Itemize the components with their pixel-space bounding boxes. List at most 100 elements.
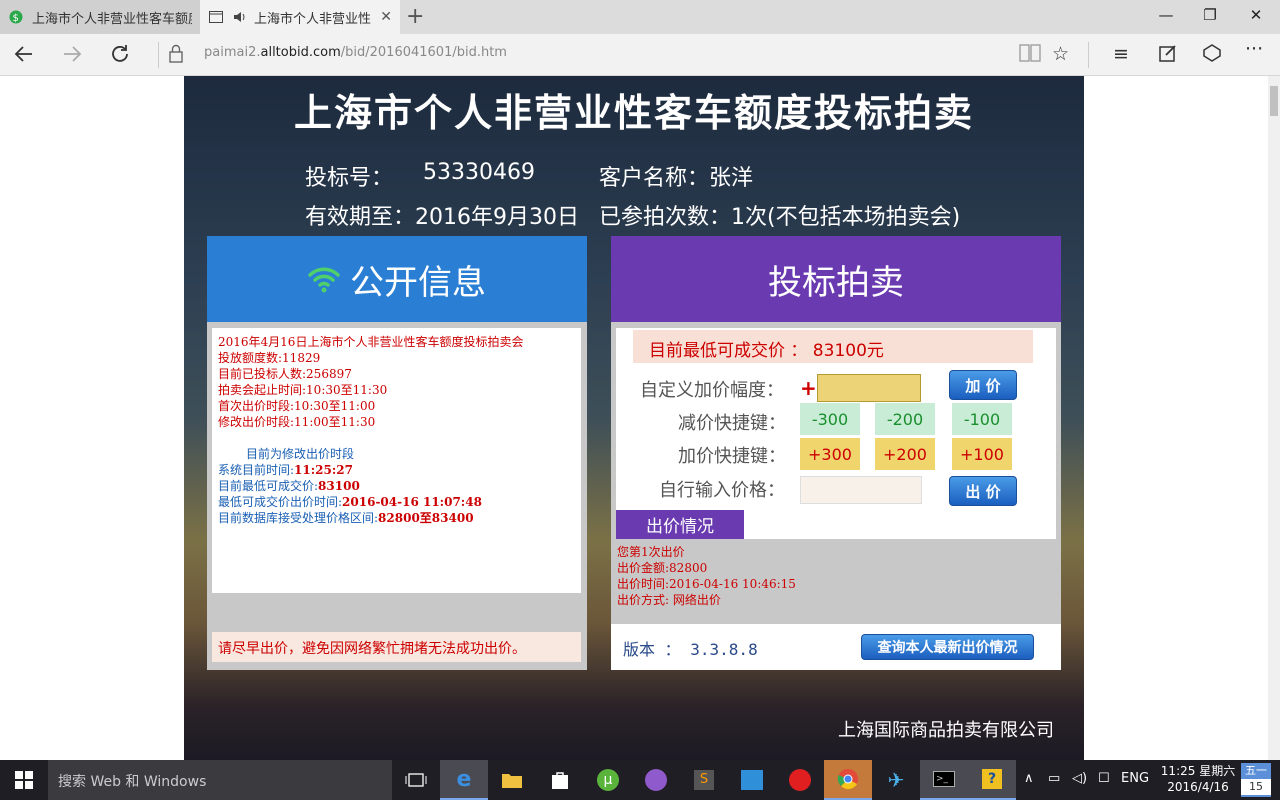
site-favicon-icon: $: [8, 9, 24, 25]
bird-app-icon[interactable]: ✈: [872, 760, 920, 800]
cat-app-icon[interactable]: [632, 760, 680, 800]
calendar-day: 15: [1241, 779, 1271, 795]
self-input-label: 自行输入价格：: [659, 480, 785, 501]
self-price-input[interactable]: [800, 476, 922, 504]
netease-music-icon[interactable]: [776, 760, 824, 800]
auction-title: 投标拍卖: [768, 262, 904, 303]
notification-icon[interactable]: ☐: [1098, 771, 1110, 786]
bid-number-label: 投标号：: [305, 166, 394, 191]
tab-title: 上海市个人非营业性: [254, 11, 372, 27]
url-field[interactable]: paimai2.alltobid.com/bid/2016041601/bid.…: [204, 45, 507, 60]
tab-title: 上海市个人非营业性客车额度: [32, 11, 192, 27]
status-line: 您第1次出价: [617, 545, 685, 559]
minimize-icon[interactable]: —: [1156, 6, 1176, 24]
restore-icon[interactable]: ❐: [1200, 6, 1220, 24]
info-line: 拍卖会起止时间:10:30至11:30: [218, 383, 388, 397]
decrease-300-button[interactable]: -300: [800, 403, 860, 435]
clock-date: 2016/4/16: [1167, 780, 1229, 794]
close-tab-icon[interactable]: ✕: [380, 9, 392, 25]
auction-main: 上海市个人非营业性客车额度投标拍卖 投标号： 53330469 客户名称：张洋 …: [184, 76, 1084, 760]
chevron-up-icon[interactable]: ∧: [1024, 771, 1034, 786]
min-price-time: 2016-04-16 11:07:48: [342, 495, 482, 509]
photos-icon[interactable]: [728, 760, 776, 800]
web-note-icon[interactable]: [1158, 43, 1178, 68]
share-icon[interactable]: [1201, 43, 1223, 68]
notice-text: 请尽早出价，避免因网络繁忙拥堵无法成功出价。: [212, 632, 581, 662]
customer-name: 客户名称：张洋: [599, 166, 754, 191]
info-line: 2016年4月16日上海市个人非营业性客车额度投标拍卖会: [218, 335, 524, 349]
status-line: 出价时间:2016-04-16 10:46:15: [617, 577, 796, 591]
info-line: 修改出价时段:11:00至11:30: [218, 415, 376, 429]
public-info-header: 公开信息: [207, 236, 587, 322]
public-info-content: 2016年4月16日上海市个人非营业性客车额度投标拍卖会 投放额度数:11829…: [212, 328, 581, 593]
info-line: 系统目前时间:11:25:27: [218, 463, 354, 477]
info-line: 最低可成交价出价时间:2016-04-16 11:07:48: [218, 495, 482, 509]
public-info-title: 公开信息: [350, 262, 486, 303]
back-icon[interactable]: [12, 42, 36, 72]
file-explorer-icon[interactable]: [488, 760, 536, 800]
task-view-icon[interactable]: [392, 760, 440, 800]
hub-icon[interactable]: ≡: [1113, 43, 1129, 65]
language-indicator[interactable]: ENG: [1121, 771, 1149, 786]
clock[interactable]: 11:25 星期六 2016/4/16: [1158, 763, 1238, 795]
participation-count: 已参拍次数：1次(不包括本场拍卖会): [599, 205, 961, 230]
valid-until: 有效期至：2016年9月30日: [305, 205, 579, 230]
network-icon[interactable]: ▭: [1048, 771, 1060, 786]
phase-text: 目前为修改出价时段: [246, 447, 355, 461]
decrease-shortcut-label: 减价快捷键：: [678, 413, 786, 434]
calendar-day-name: 五一: [1245, 764, 1267, 777]
system-time: 11:25:27: [294, 463, 354, 477]
refresh-icon[interactable]: [108, 42, 132, 72]
scrollbar[interactable]: [1268, 76, 1280, 760]
windows-logo-icon: [15, 771, 33, 789]
decrease-100-button[interactable]: -100: [952, 403, 1012, 435]
forward-icon[interactable]: [60, 42, 84, 72]
decrease-200-button[interactable]: -200: [875, 403, 935, 435]
version-text: 版本 ： 3.3.8.8: [623, 640, 758, 659]
edge-icon[interactable]: e: [440, 760, 488, 800]
store-icon[interactable]: [536, 760, 584, 800]
sublime-icon[interactable]: S: [680, 760, 728, 800]
status-line: 出价方式: 网络出价: [617, 593, 721, 607]
utorrent-icon[interactable]: µ: [584, 760, 632, 800]
help-app-icon[interactable]: ?: [968, 760, 1016, 800]
query-latest-bid-button[interactable]: 查询本人最新出价情况: [861, 634, 1034, 660]
min-price: 83100: [318, 479, 360, 493]
clock-time: 11:25 星期六: [1160, 764, 1236, 778]
public-info-panel: 2016年4月16日上海市个人非营业性客车额度投标拍卖会 投放额度数:11829…: [207, 322, 587, 670]
bid-status-tab: 出价情况: [616, 510, 744, 539]
price-range: 82800至83400: [378, 511, 474, 525]
taskbar: 搜索 Web 和 Windows e µ S ✈ >_ ? ∧ ▭ ◁) ☐ E…: [0, 760, 1280, 800]
speaker-icon[interactable]: [232, 9, 248, 25]
browser-tab-2-active[interactable]: 上海市个人非营业性 ✕: [200, 0, 400, 34]
calendar-tile[interactable]: 五一 15: [1241, 763, 1271, 797]
reading-view-icon[interactable]: [1019, 43, 1041, 68]
custom-increment-input[interactable]: [817, 374, 921, 402]
more-icon[interactable]: ···: [1245, 38, 1263, 60]
bid-button[interactable]: 出 价: [949, 476, 1017, 506]
new-tab-icon[interactable]: +: [406, 4, 424, 29]
chrome-icon[interactable]: [824, 760, 872, 800]
scroll-thumb[interactable]: [1270, 86, 1278, 116]
info-line: 投放额度数:11829: [218, 351, 321, 365]
increase-300-button[interactable]: +300: [800, 438, 860, 470]
divider: [1088, 42, 1089, 68]
start-button[interactable]: [0, 760, 48, 800]
taskbar-search[interactable]: 搜索 Web 和 Windows: [48, 760, 392, 800]
bid-status-content: 您第1次出价 出价金额:82800 出价时间:2016-04-16 10:46:…: [617, 544, 796, 608]
page-viewport: 上海市个人非营业性客车额度投标拍卖 投标号： 53330469 客户名称：张洋 …: [0, 76, 1280, 760]
close-window-icon[interactable]: ✕: [1246, 6, 1266, 24]
favorite-star-icon[interactable]: ☆: [1052, 43, 1069, 65]
divider: [158, 42, 159, 68]
add-price-button[interactable]: 加 价: [949, 370, 1017, 400]
browser-tab-1[interactable]: $ 上海市个人非营业性客车额度: [0, 0, 200, 34]
version-bar: 版本 ： 3.3.8.8 查询本人最新出价情况: [611, 624, 1061, 670]
auction-panel: 目前最低可成交价 ： 83100元 自定义加价幅度： + 加 价 减价快捷键： …: [611, 322, 1061, 670]
increase-100-button[interactable]: +100: [952, 438, 1012, 470]
page-icon: [208, 9, 224, 25]
volume-icon[interactable]: ◁): [1072, 771, 1087, 786]
cmd-icon[interactable]: >_: [920, 760, 968, 800]
plus-sign: +: [800, 376, 817, 400]
increase-200-button[interactable]: +200: [875, 438, 935, 470]
custom-increment-label: 自定义加价幅度：: [640, 380, 784, 401]
